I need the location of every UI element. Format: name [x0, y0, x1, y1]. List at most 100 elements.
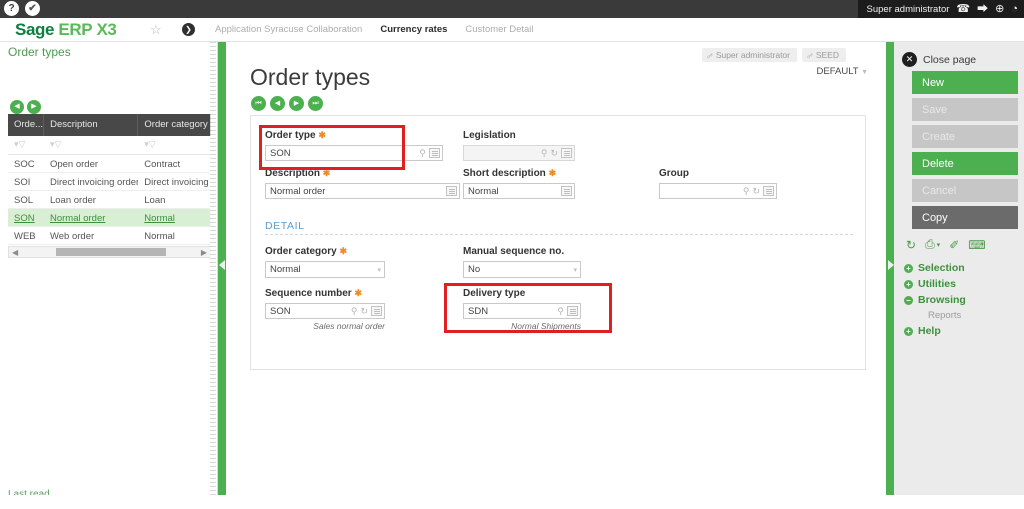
input-order-type[interactable]: SON ⚲: [265, 145, 443, 161]
input-short-description[interactable]: Normal: [463, 183, 575, 199]
copy-button[interactable]: Copy: [912, 206, 1018, 229]
badge-seed[interactable]: ⚷ SEED: [801, 48, 846, 62]
menu-item-browsing[interactable]: − Browsing: [904, 294, 1024, 306]
table-row[interactable]: SOC Open order Contract: [8, 155, 211, 173]
create-button[interactable]: Create: [912, 125, 1018, 148]
table-row[interactable]: WEB Web order Normal: [8, 227, 211, 245]
comment-icon[interactable]: ⌨: [968, 238, 985, 252]
field-description: Description ✱ Normal order: [265, 168, 460, 199]
lookup-icon[interactable]: [567, 306, 578, 316]
search-icon[interactable]: ⚲: [557, 306, 564, 316]
order-type-form-card: Order type ✱ SON ⚲ Legislation ⚲ ↻ Descr…: [250, 115, 866, 370]
menu-item-utilities[interactable]: + Utilities: [904, 278, 1024, 290]
refresh-icon[interactable]: ↻: [550, 148, 558, 158]
last-record-button[interactable]: ⏭: [308, 96, 323, 111]
cancel-button[interactable]: Cancel: [912, 179, 1018, 202]
lookup-icon[interactable]: [371, 306, 382, 316]
menu-label: Selection: [918, 262, 965, 274]
filter-icon-order-type[interactable]: ▾▽: [8, 136, 44, 154]
headset-icon[interactable]: ☎: [956, 3, 970, 15]
menu-item-selection[interactable]: + Selection: [904, 262, 1024, 274]
print-caret-icon[interactable]: ▾: [937, 241, 941, 249]
tab-customer-detail[interactable]: Customer Detail: [465, 24, 533, 35]
input-value: Normal: [468, 185, 499, 197]
first-record-button[interactable]: ⏮: [251, 96, 266, 111]
plus-icon: +: [904, 263, 913, 273]
input-legislation[interactable]: ⚲ ↻: [463, 145, 575, 161]
menu-item-help[interactable]: + Help: [904, 325, 1024, 337]
cell-category: Direct invoicing: [144, 177, 209, 188]
panel-resize-dots[interactable]: [210, 42, 216, 509]
refresh-icon[interactable]: ↻: [360, 306, 368, 316]
scrollbar-thumb[interactable]: [55, 248, 166, 256]
settings-icon[interactable]: ◔: [1011, 3, 1018, 15]
search-icon[interactable]: ⚲: [419, 148, 426, 158]
filter-icon-description[interactable]: ▾▽: [44, 136, 138, 154]
search-icon[interactable]: ⚲: [743, 186, 750, 196]
lookup-icon[interactable]: [429, 148, 440, 158]
select-manual-sequence-no[interactable]: No ▾: [463, 261, 581, 278]
left-list-panel: Order types ◀ ▶ Orde... Description Orde…: [0, 42, 218, 509]
cell-description: Direct invoicing order: [49, 177, 139, 188]
previous-record-button[interactable]: ◀: [270, 96, 285, 111]
column-header-description[interactable]: Description: [44, 114, 139, 136]
print-icon[interactable]: ⎙: [925, 237, 935, 252]
delete-button[interactable]: Delete: [912, 152, 1018, 175]
select-order-category[interactable]: Normal ▾: [265, 261, 385, 278]
scroll-left-arrow-icon[interactable]: ◀: [9, 248, 21, 257]
badge-super-administrator[interactable]: ⚷ Super administrator: [701, 48, 797, 62]
input-sequence-number[interactable]: SON ⚲ ↻: [265, 303, 385, 319]
tab-currency-rates[interactable]: Currency rates: [380, 24, 447, 35]
logout-icon[interactable]: ⮕: [977, 3, 988, 15]
table-row-selected[interactable]: SON Normal order Normal: [8, 209, 211, 227]
new-label: New: [922, 76, 945, 89]
left-next-page-button[interactable]: ▶: [27, 100, 41, 114]
lookup-icon[interactable]: [561, 148, 572, 158]
refresh-icon[interactable]: ↻: [752, 186, 760, 196]
lookup-icon[interactable]: [446, 186, 457, 196]
menu-subitem-reports[interactable]: Reports: [904, 310, 1024, 321]
left-panel-collapse-handle[interactable]: [218, 42, 226, 509]
broom-icon[interactable]: ✔: [25, 1, 40, 16]
brand-sage: Sage: [15, 20, 55, 39]
grid-horizontal-scrollbar[interactable]: ◀ ▶: [8, 246, 211, 258]
key-icon: ⚷: [804, 49, 816, 61]
table-row[interactable]: SOL Loan order Loan: [8, 191, 211, 209]
input-group[interactable]: ⚲ ↻: [659, 183, 777, 199]
next-record-button[interactable]: ▶: [289, 96, 304, 111]
application-header: Sage ERP X3 ☆ ❯ Application Syracuse Col…: [0, 18, 1024, 42]
label-delivery-type: Delivery type: [463, 288, 581, 299]
plus-icon: +: [904, 326, 913, 336]
search-icon[interactable]: ⚲: [351, 306, 358, 316]
default-view-selector[interactable]: DEFAULT ▼: [817, 66, 868, 77]
column-header-order-category[interactable]: Order category: [138, 114, 211, 136]
lookup-icon[interactable]: [561, 186, 572, 196]
label-text: Legislation: [463, 130, 516, 141]
tab-application-syracuse-collaboration[interactable]: Application Syracuse Collaboration: [215, 24, 362, 35]
filter-icon-order-category[interactable]: ▾▽: [138, 136, 211, 154]
menu-label: Utilities: [918, 278, 956, 290]
lookup-icon[interactable]: [763, 186, 774, 196]
refresh-icon[interactable]: ↻: [906, 238, 916, 252]
chevron-down-icon: ▾: [377, 266, 381, 274]
left-prev-page-button[interactable]: ◀: [10, 100, 24, 114]
attachment-icon[interactable]: ✐: [949, 238, 959, 252]
search-icon[interactable]: ⚲: [541, 148, 548, 158]
globe-icon[interactable]: ⊕: [995, 3, 1004, 15]
new-button[interactable]: New: [912, 71, 1018, 94]
right-panel-collapse-handle[interactable]: [886, 42, 894, 509]
save-button[interactable]: Save: [912, 98, 1018, 121]
chevron-down-icon[interactable]: ❯: [182, 23, 195, 36]
input-description[interactable]: Normal order: [265, 183, 460, 199]
left-panel-pager: ◀ ▶: [10, 100, 41, 114]
help-icon[interactable]: ?: [4, 1, 19, 16]
default-view-label: DEFAULT: [816, 66, 859, 77]
sage-erp-x3-window: ? ✔ Super administrator ☎ ⮕ ⊕ ◔ Sage ERP…: [0, 0, 1024, 509]
table-row[interactable]: SOI Direct invoicing order Direct invoic…: [8, 173, 211, 191]
create-label: Create: [922, 130, 956, 143]
close-page-button[interactable]: ✕ Close page: [894, 42, 1024, 67]
favorite-star-icon[interactable]: ☆: [150, 22, 162, 38]
column-header-order-type[interactable]: Orde...: [8, 114, 45, 136]
input-delivery-type[interactable]: SDN ⚲: [463, 303, 581, 319]
scroll-right-arrow-icon[interactable]: ▶: [198, 248, 210, 257]
